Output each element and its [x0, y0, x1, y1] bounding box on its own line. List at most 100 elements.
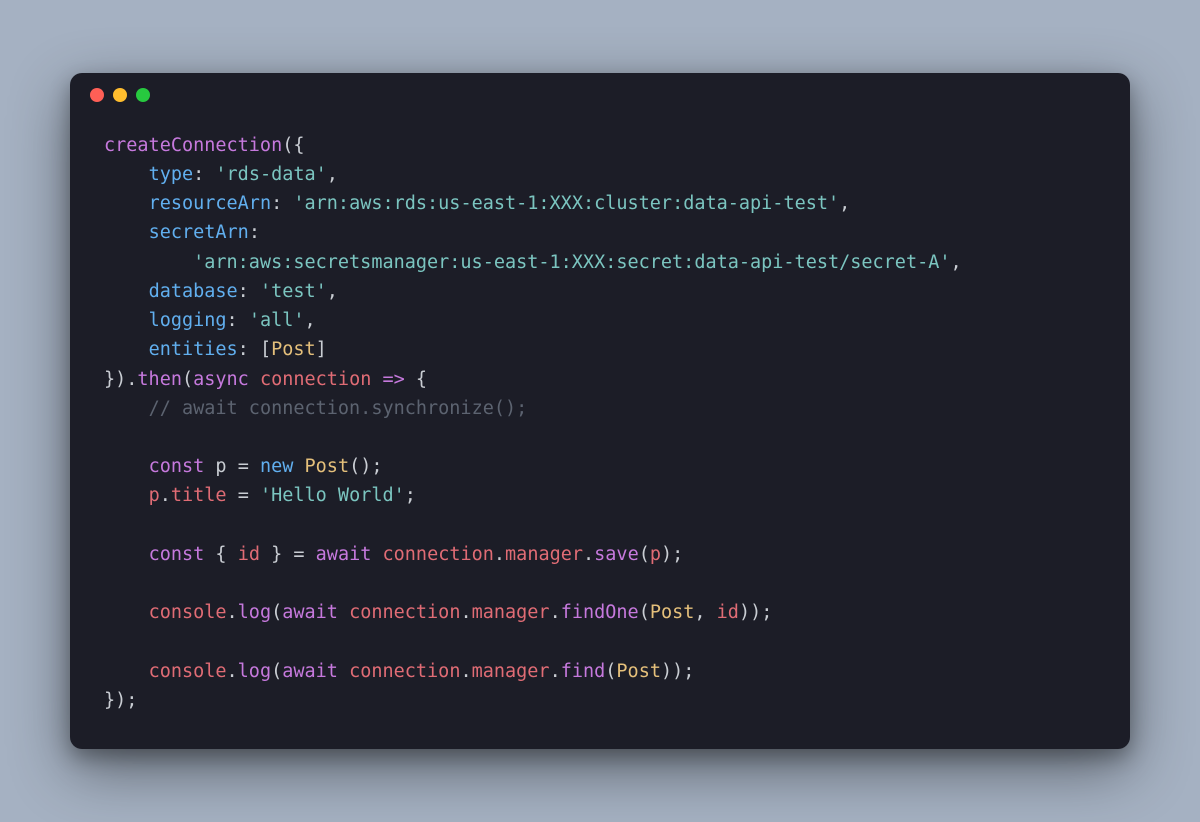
- code-token: :: [238, 281, 249, 302]
- code-token: =: [293, 544, 304, 565]
- code-token: await: [316, 544, 372, 565]
- code-token: });: [104, 690, 137, 711]
- code-token: ,: [327, 281, 338, 302]
- code-token: :: [227, 310, 238, 331]
- code-token: entities: [149, 339, 238, 360]
- code-token: :: [238, 339, 249, 360]
- code-token: .: [460, 661, 471, 682]
- code-token: ,: [327, 164, 338, 185]
- code-token: :: [271, 193, 282, 214]
- code-token: .: [460, 602, 471, 623]
- code-token: .: [550, 661, 561, 682]
- code-token: title: [171, 485, 227, 506]
- code-token: =: [238, 485, 249, 506]
- code-token: (: [639, 602, 650, 623]
- code-token: connection: [383, 544, 494, 565]
- code-token: find: [561, 661, 606, 682]
- code-token: log: [238, 602, 271, 623]
- code-token: }: [104, 369, 115, 390]
- code-token: :: [193, 164, 204, 185]
- code-token: 'rds-data': [215, 164, 326, 185]
- code-token: .: [550, 602, 561, 623]
- code-token: ): [739, 602, 750, 623]
- code-token: Post: [650, 602, 695, 623]
- code-block: createConnection({ type: 'rds-data', res…: [70, 117, 1130, 749]
- code-token: console: [149, 602, 227, 623]
- code-token: ): [750, 602, 761, 623]
- code-token: .: [227, 602, 238, 623]
- code-token: log: [238, 661, 271, 682]
- maximize-icon[interactable]: [136, 88, 150, 102]
- close-icon[interactable]: [90, 88, 104, 102]
- code-token: ;: [672, 544, 683, 565]
- code-token: findOne: [561, 602, 639, 623]
- code-token: .: [126, 369, 137, 390]
- code-window: createConnection({ type: 'rds-data', res…: [70, 73, 1130, 749]
- code-token: (): [349, 456, 371, 477]
- code-token: Post: [271, 339, 316, 360]
- code-token: :: [249, 222, 260, 243]
- code-token: ): [661, 661, 672, 682]
- code-token: manager: [505, 544, 583, 565]
- code-token: ;: [761, 602, 772, 623]
- code-token: async: [193, 369, 249, 390]
- code-token: connection: [349, 661, 460, 682]
- code-token: type: [149, 164, 194, 185]
- code-token: id: [717, 602, 739, 623]
- code-token: 'all': [249, 310, 305, 331]
- code-token: }: [260, 544, 282, 565]
- code-token: (: [271, 661, 282, 682]
- code-token: p: [650, 544, 661, 565]
- code-token: ;: [405, 485, 416, 506]
- titlebar: [70, 73, 1130, 117]
- code-token: .: [494, 544, 505, 565]
- code-token: const: [149, 456, 205, 477]
- code-token: manager: [472, 602, 550, 623]
- code-token: createConnection: [104, 135, 282, 156]
- code-token: then: [137, 369, 182, 390]
- code-token: id: [238, 544, 260, 565]
- code-token: connection: [349, 602, 460, 623]
- code-token: ;: [371, 456, 382, 477]
- code-token: manager: [472, 661, 550, 682]
- code-token: new: [260, 456, 293, 477]
- code-token: console: [149, 661, 227, 682]
- code-token: (: [271, 602, 282, 623]
- code-token: ,: [951, 252, 962, 273]
- code-token: resourceArn: [149, 193, 272, 214]
- code-token: p: [149, 485, 160, 506]
- code-token: Post: [305, 456, 350, 477]
- code-token: 'test': [260, 281, 327, 302]
- code-token: const: [149, 544, 205, 565]
- code-token: ]: [316, 339, 327, 360]
- code-token: await: [282, 602, 338, 623]
- code-token: Post: [616, 661, 661, 682]
- code-token: (: [605, 661, 616, 682]
- code-token: (: [282, 135, 293, 156]
- code-token: secretArn: [149, 222, 249, 243]
- code-token: {: [215, 544, 237, 565]
- code-token: p: [215, 456, 226, 477]
- code-token: ): [672, 661, 683, 682]
- code-token: .: [583, 544, 594, 565]
- code-token: ,: [694, 602, 705, 623]
- code-token: .: [160, 485, 171, 506]
- code-token: .: [227, 661, 238, 682]
- code-token: 'arn:aws:secretsmanager:us-east-1:XXX:se…: [193, 252, 950, 273]
- code-token: [: [260, 339, 271, 360]
- code-token: ): [661, 544, 672, 565]
- code-token: ): [115, 369, 126, 390]
- code-token: =: [238, 456, 249, 477]
- code-token: ;: [683, 661, 694, 682]
- minimize-icon[interactable]: [113, 88, 127, 102]
- code-token: await: [282, 661, 338, 682]
- code-token: =>: [383, 369, 405, 390]
- code-token: {: [293, 135, 304, 156]
- code-token: ,: [305, 310, 316, 331]
- code-token: database: [149, 281, 238, 302]
- code-token: connection: [260, 369, 371, 390]
- code-token: ,: [839, 193, 850, 214]
- code-token: (: [182, 369, 193, 390]
- code-token: (: [639, 544, 650, 565]
- code-token: {: [416, 369, 427, 390]
